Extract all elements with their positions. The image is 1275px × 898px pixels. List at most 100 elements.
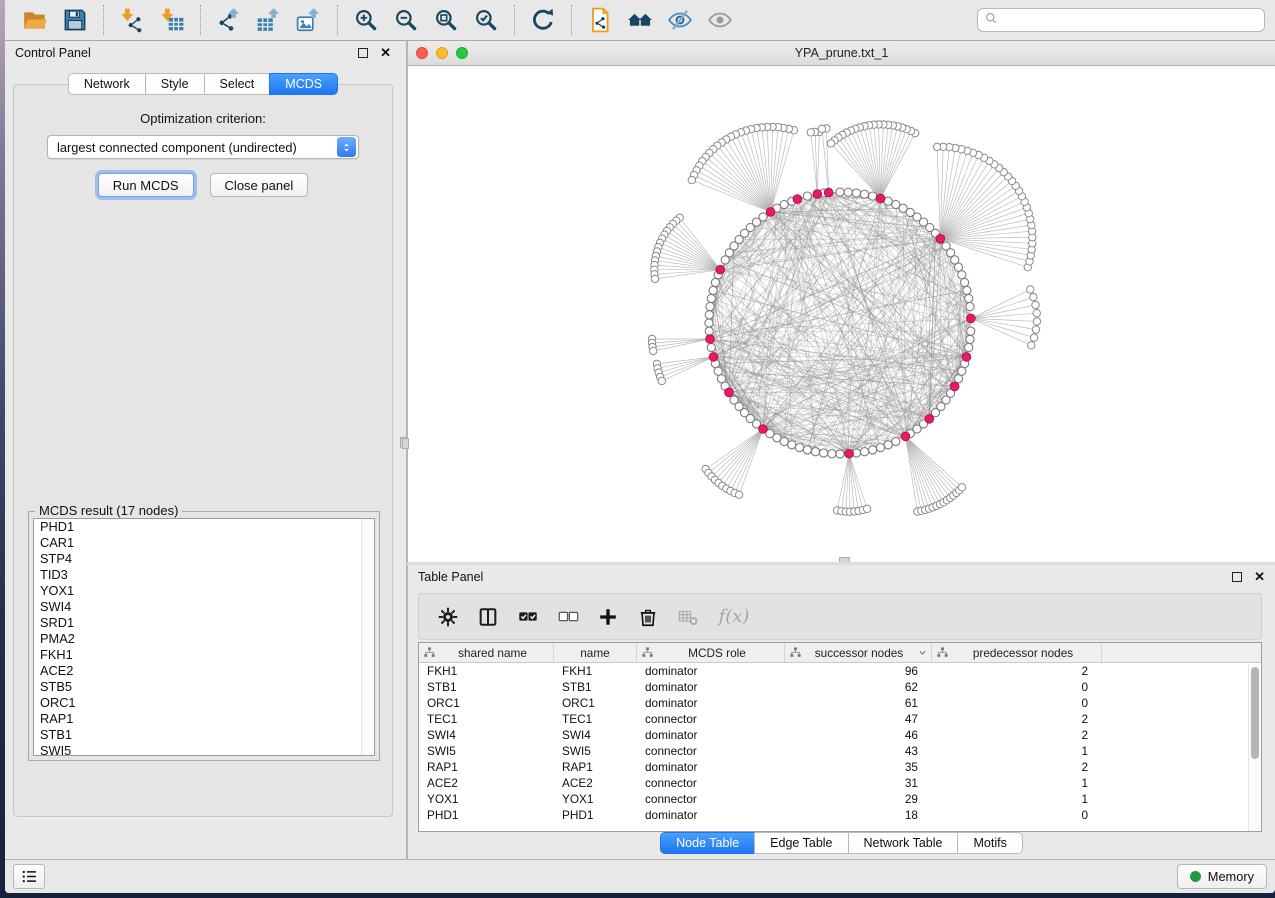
- float-table-panel-icon[interactable]: [1232, 572, 1242, 582]
- export-network-button[interactable]: [214, 5, 244, 35]
- cell-shared-name: ACE2: [419, 775, 554, 791]
- column-header-MCDS-role[interactable]: MCDS role: [637, 643, 785, 662]
- open-session-button[interactable]: [20, 5, 50, 35]
- cell-name: RAP1: [554, 759, 637, 775]
- hierarchy-icon: [936, 646, 949, 659]
- table-row[interactable]: ORC1ORC1dominator610: [419, 695, 1261, 711]
- tab-node-table[interactable]: Node Table: [660, 832, 754, 854]
- criterion-dropdown[interactable]: largest connected component (undirected): [47, 135, 359, 159]
- network-document-icon: [587, 7, 613, 33]
- table-row[interactable]: ACE2ACE2connector311: [419, 775, 1261, 791]
- mcds-node-item[interactable]: TID3: [34, 567, 374, 583]
- table-scrollbar[interactable]: [1248, 664, 1261, 831]
- network-titlebar: YPA_prune.txt_1: [408, 41, 1275, 66]
- mcds-node-item[interactable]: SWI4: [34, 599, 374, 615]
- cell-predecessor-nodes: 0: [932, 695, 1102, 711]
- delete-column-button[interactable]: [633, 602, 663, 632]
- table-scrollbar-thumb[interactable]: [1251, 667, 1259, 759]
- export-image-button[interactable]: [294, 5, 324, 35]
- cell-MCDS-role: dominator: [637, 695, 785, 711]
- zoom-fit-button[interactable]: [431, 5, 461, 35]
- cell-name: TEC1: [554, 711, 637, 727]
- mcds-node-item[interactable]: YOX1: [34, 583, 374, 599]
- main-toolbar: [5, 0, 1275, 41]
- uncheck-all-icon: [557, 606, 579, 628]
- first-neighbors-button[interactable]: [625, 5, 655, 35]
- function-builder-button: f(x): [713, 602, 755, 632]
- memory-button[interactable]: Memory: [1177, 864, 1267, 889]
- column-header-name[interactable]: name: [554, 643, 637, 662]
- zoom-selected-button[interactable]: [471, 5, 501, 35]
- close-panel-icon[interactable]: ✕: [380, 48, 391, 58]
- tab-select[interactable]: Select: [204, 73, 270, 95]
- float-panel-icon[interactable]: [358, 48, 368, 58]
- close-table-panel-icon[interactable]: ✕: [1254, 572, 1265, 582]
- show-hidden-button[interactable]: [705, 5, 735, 35]
- hide-selected-button[interactable]: [665, 5, 695, 35]
- tab-network-table[interactable]: Network Table: [848, 832, 958, 854]
- control-panel-header: Control Panel ✕: [5, 41, 401, 65]
- zoom-out-button[interactable]: [391, 5, 421, 35]
- cell-predecessor-nodes: 2: [932, 727, 1102, 743]
- table-row[interactable]: PHD1PHD1dominator180: [419, 807, 1261, 823]
- mcds-node-item[interactable]: ORC1: [34, 695, 374, 711]
- select-all-rows-button[interactable]: [513, 602, 543, 632]
- mcds-node-item[interactable]: PHD1: [34, 519, 374, 535]
- mcds-node-item[interactable]: CAR1: [34, 535, 374, 551]
- save-session-button[interactable]: [60, 5, 90, 35]
- network-canvas[interactable]: [408, 66, 1275, 562]
- mcds-node-item[interactable]: SRD1: [34, 615, 374, 631]
- close-panel-button[interactable]: Close panel: [210, 173, 309, 197]
- toggle-columns-button[interactable]: [473, 602, 503, 632]
- import-network-button[interactable]: [117, 5, 147, 35]
- tab-style[interactable]: Style: [145, 73, 204, 95]
- cell-MCDS-role: connector: [637, 775, 785, 791]
- cell-predecessor-nodes: 1: [932, 775, 1102, 791]
- table-options-button[interactable]: [433, 602, 463, 632]
- mcds-node-item[interactable]: FKH1: [34, 647, 374, 663]
- mcds-node-item[interactable]: STB5: [34, 679, 374, 695]
- mcds-node-item[interactable]: PMA2: [34, 631, 374, 647]
- gear-icon: [437, 606, 459, 628]
- mcds-node-item[interactable]: STP4: [34, 551, 374, 567]
- cell-MCDS-role: dominator: [637, 663, 785, 679]
- task-history-button[interactable]: [13, 864, 45, 889]
- column-label: name: [558, 646, 632, 660]
- mcds-node-item[interactable]: STB1: [34, 727, 374, 743]
- criterion-value: largest connected component (undirected): [48, 140, 337, 155]
- export-table-button[interactable]: [254, 5, 284, 35]
- result-list-scrollbar[interactable]: [361, 519, 374, 755]
- toolbar-separator: [337, 5, 338, 35]
- mcds-node-item[interactable]: SWI5: [34, 743, 374, 756]
- cell-shared-name: FKH1: [419, 663, 554, 679]
- tab-mcds[interactable]: MCDS: [269, 73, 338, 95]
- left-grip-icon[interactable]: [402, 438, 409, 449]
- mcds-node-item[interactable]: ACE2: [34, 663, 374, 679]
- search-field[interactable]: [977, 8, 1265, 32]
- table-toolbar: f(x): [418, 593, 1262, 640]
- cell-MCDS-role: connector: [637, 743, 785, 759]
- column-header-shared-name[interactable]: shared name: [419, 643, 554, 662]
- apply-layout-button[interactable]: [528, 5, 558, 35]
- table-row[interactable]: RAP1RAP1dominator352: [419, 759, 1261, 775]
- network-view-window: YPA_prune.txt_1: [407, 41, 1275, 562]
- mcds-node-item[interactable]: RAP1: [34, 711, 374, 727]
- tab-edge-table[interactable]: Edge Table: [754, 832, 847, 854]
- import-table-button[interactable]: [157, 5, 187, 35]
- table-row[interactable]: TEC1TEC1connector472: [419, 711, 1261, 727]
- tab-network[interactable]: Network: [68, 73, 145, 95]
- column-header-successor-nodes[interactable]: successor nodes: [785, 643, 932, 662]
- search-input[interactable]: [999, 10, 1258, 30]
- run-mcds-button[interactable]: Run MCDS: [98, 173, 194, 197]
- tab-motifs[interactable]: Motifs: [957, 832, 1022, 854]
- table-row[interactable]: SWI4SWI4dominator462: [419, 727, 1261, 743]
- deselect-all-rows-button[interactable]: [553, 602, 583, 632]
- column-header-predecessor-nodes[interactable]: predecessor nodes: [932, 643, 1102, 662]
- create-column-button[interactable]: [593, 602, 623, 632]
- zoom-in-button[interactable]: [351, 5, 381, 35]
- table-row[interactable]: YOX1YOX1connector291: [419, 791, 1261, 807]
- new-network-from-selection-button[interactable]: [585, 5, 615, 35]
- table-row[interactable]: FKH1FKH1dominator962: [419, 663, 1261, 679]
- table-row[interactable]: STB1STB1dominator620: [419, 679, 1261, 695]
- table-row[interactable]: SWI5SWI5connector431: [419, 743, 1261, 759]
